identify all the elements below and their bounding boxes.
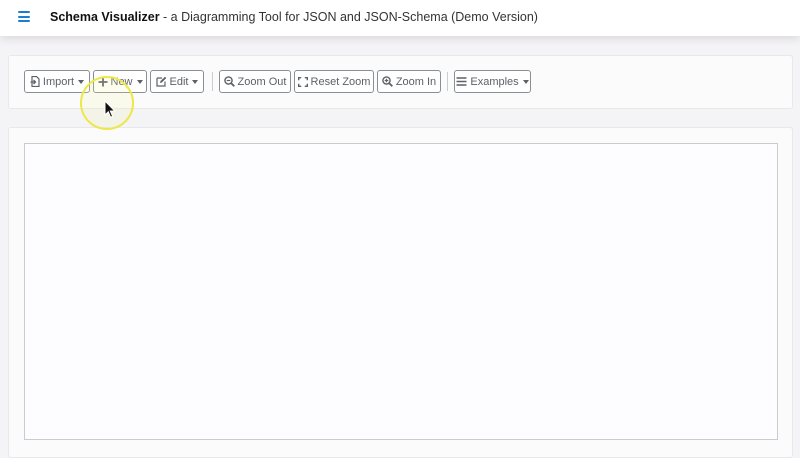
zoom-out-button[interactable]: Zoom Out: [219, 70, 291, 93]
chevron-down-icon: [136, 79, 143, 84]
reset-zoom-label: Reset Zoom: [310, 75, 371, 88]
reset-zoom-button[interactable]: Reset Zoom: [294, 70, 374, 93]
zoom-out-icon: [223, 76, 235, 87]
chevron-down-icon: [522, 79, 529, 84]
zoom-in-button[interactable]: Zoom In: [377, 70, 441, 93]
hamburger-icon[interactable]: [18, 11, 30, 22]
diagram-panel: [8, 127, 793, 458]
import-file-icon: [30, 76, 40, 87]
chevron-down-icon: [192, 79, 199, 84]
import-button[interactable]: Import: [24, 70, 90, 93]
edit-button[interactable]: Edit: [150, 70, 204, 93]
top-navbar: Schema Visualizer - a Diagramming Tool f…: [0, 0, 800, 36]
zoom-in-label: Zoom In: [395, 75, 437, 88]
toolbar: Import New Edit Zoom Out Reset Zoom Zoom…: [8, 55, 793, 109]
zoom-out-label: Zoom Out: [237, 75, 287, 88]
chevron-down-icon: [78, 79, 85, 84]
toolbar-divider: [212, 72, 213, 91]
expand-icon: [297, 76, 308, 87]
diagram-canvas[interactable]: [24, 143, 778, 440]
edit-label: Edit: [169, 75, 189, 88]
edit-icon: [155, 76, 167, 87]
app-name: Schema Visualizer: [50, 10, 160, 24]
import-label: Import: [42, 75, 75, 88]
list-icon: [456, 77, 467, 86]
examples-button[interactable]: Examples: [454, 70, 531, 93]
app-subtitle: - a Diagramming Tool for JSON and JSON-S…: [163, 10, 538, 24]
toolbar-divider: [447, 72, 448, 91]
new-button[interactable]: New: [93, 70, 147, 93]
zoom-in-icon: [382, 76, 393, 87]
new-label: New: [110, 75, 133, 88]
page-title: Schema Visualizer - a Diagramming Tool f…: [50, 10, 538, 24]
plus-icon: [98, 77, 108, 87]
examples-label: Examples: [470, 75, 519, 88]
